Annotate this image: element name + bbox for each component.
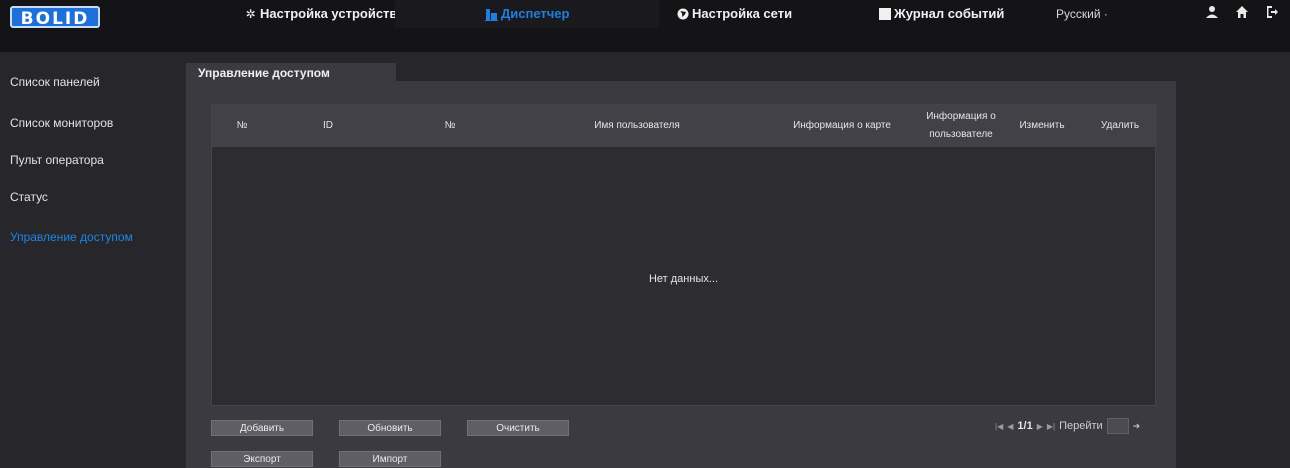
home-icon[interactable]: [1234, 5, 1250, 21]
page-indicator: 1/1: [1017, 420, 1033, 432]
sidebar-item-access-control[interactable]: Управление доступом: [10, 230, 133, 244]
first-page-icon[interactable]: |◀: [995, 422, 1003, 431]
next-page-icon[interactable]: ▶: [1037, 422, 1043, 431]
tab-access-control[interactable]: Управление доступом: [186, 63, 396, 83]
logout-icon[interactable]: [1264, 5, 1280, 21]
nav-network-settings-label: Настройка сети: [692, 6, 793, 21]
col-card-info: Информация о карте: [793, 120, 891, 131]
nav-device-settings-label: Настройка устройства: [260, 6, 405, 21]
nav-event-log[interactable]: Журнал событий: [878, 0, 1004, 28]
col-number-2: №: [444, 120, 456, 131]
top-bar: BOLID ✲ Настройка устройства Диспетчер Н…: [0, 0, 1290, 52]
sidebar-item-panels[interactable]: Список панелей: [10, 75, 100, 89]
brand-logo: BOLID: [10, 6, 100, 29]
gear-icon: ✲: [245, 6, 256, 21]
sidebar-item-operator-console[interactable]: Пульт оператора: [10, 153, 104, 167]
language-select[interactable]: Русский ·: [1056, 0, 1108, 28]
prev-page-icon[interactable]: ◀: [1007, 422, 1013, 431]
nav-network-settings[interactable]: Настройка сети: [676, 0, 792, 28]
col-number: №: [236, 120, 248, 131]
sidebar-item-status[interactable]: Статус: [10, 190, 48, 204]
add-button[interactable]: Добавить: [211, 420, 313, 436]
user-icon[interactable]: [1204, 5, 1220, 21]
goto-label: Перейти: [1059, 420, 1103, 432]
col-delete: Удалить: [1100, 120, 1140, 131]
globe-icon: [676, 8, 689, 21]
refresh-button[interactable]: Обновить: [339, 420, 441, 436]
pagination: |◀ ◀ 1/1 ▶ ▶| Перейти ➜: [995, 418, 1140, 434]
goto-page-input[interactable]: [1106, 418, 1129, 434]
clear-button[interactable]: Очистить: [467, 420, 569, 436]
building-icon: [485, 8, 498, 21]
import-button[interactable]: Импорт: [339, 451, 441, 467]
last-page-icon[interactable]: ▶|: [1047, 422, 1055, 431]
export-button[interactable]: Экспорт: [211, 451, 313, 467]
nav-device-settings[interactable]: ✲ Настройка устройства: [244, 0, 404, 28]
table-header: № ID № Имя пользователя Информация о кар…: [212, 105, 1155, 147]
nav-dispatcher[interactable]: Диспетчер: [395, 0, 660, 28]
col-user-info: Информация о пользователе: [926, 111, 996, 140]
sidebar: Список панелей Список мониторов Пульт оп…: [0, 52, 180, 468]
log-icon: [878, 7, 891, 21]
access-table: № ID № Имя пользователя Информация о кар…: [211, 104, 1156, 406]
col-edit: Изменить: [1019, 120, 1065, 131]
col-username: Имя пользователя: [594, 120, 680, 131]
sidebar-item-monitors[interactable]: Список мониторов: [10, 116, 113, 130]
nav-dispatcher-label: Диспетчер: [501, 6, 570, 21]
empty-state: Нет данных...: [648, 273, 719, 285]
nav-event-log-label: Журнал событий: [894, 6, 1005, 21]
col-id: ID: [323, 120, 333, 131]
goto-arrow-icon[interactable]: ➜: [1133, 421, 1141, 432]
